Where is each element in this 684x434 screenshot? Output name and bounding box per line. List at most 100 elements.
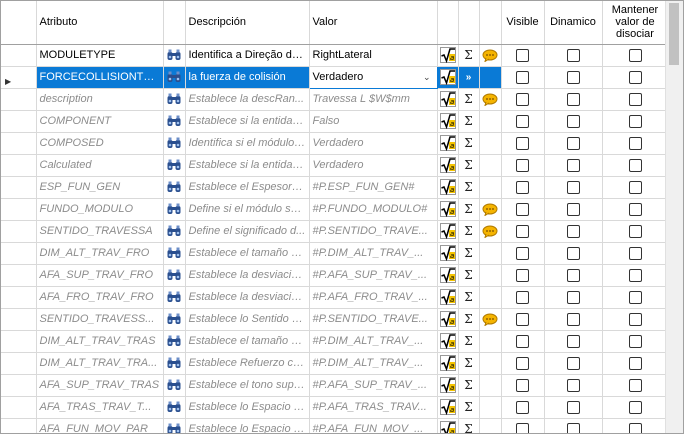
cell-descripcion[interactable]: Establece la desviació...: [185, 286, 310, 309]
cell-atributo[interactable]: COMPOSED: [36, 132, 164, 155]
cell-comment[interactable]: [479, 264, 502, 287]
visible-checkbox[interactable]: [516, 312, 529, 326]
cell-lookup[interactable]: [163, 374, 186, 397]
visible-checkbox[interactable]: [516, 268, 529, 282]
cell-valor[interactable]: #P.AFA_SUP_TRAV_...: [309, 264, 438, 287]
cell-formula[interactable]: a: [437, 330, 459, 353]
visible-checkbox[interactable]: [516, 70, 529, 84]
row-header[interactable]: [1, 44, 37, 67]
cell-sigma[interactable]: Σ: [458, 374, 480, 397]
cell-formula[interactable]: a: [437, 66, 459, 89]
cell-lookup[interactable]: [163, 132, 186, 155]
sigma-icon[interactable]: Σ: [464, 334, 472, 348]
formula-icon[interactable]: a: [439, 179, 456, 195]
comment-bubble-icon[interactable]: [482, 313, 498, 326]
cell-formula[interactable]: a: [437, 176, 459, 199]
dinamico-checkbox[interactable]: [566, 114, 580, 128]
mantener-checkbox[interactable]: [628, 180, 642, 194]
cell-sigma[interactable]: »: [458, 66, 480, 89]
vertical-scrollbar[interactable]: [665, 1, 683, 433]
cell-comment[interactable]: [479, 66, 502, 89]
sigma-icon[interactable]: Σ: [464, 180, 472, 194]
cell-sigma[interactable]: Σ: [458, 198, 480, 221]
dinamico-checkbox[interactable]: [566, 400, 580, 414]
cell-sigma[interactable]: Σ: [458, 154, 480, 177]
cell-descripcion[interactable]: Establece lo Espacio d...: [185, 418, 310, 433]
row-header[interactable]: [1, 308, 37, 331]
cell-lookup[interactable]: [163, 418, 186, 433]
cell-sigma[interactable]: Σ: [458, 110, 480, 133]
visible-checkbox[interactable]: [516, 356, 529, 370]
cell-descripcion[interactable]: la fuerza de colisión: [185, 66, 310, 89]
row-header[interactable]: [1, 242, 37, 265]
row-header[interactable]: [1, 286, 37, 309]
cell-descripcion[interactable]: Establece lo Espacio d...: [185, 396, 310, 419]
cell-comment[interactable]: [479, 330, 502, 353]
cell-descripcion[interactable]: Establece si la entidad...: [185, 110, 310, 133]
cell-atributo[interactable]: AFA_SUP_TRAV_FRO: [36, 264, 164, 287]
row-header[interactable]: [1, 176, 37, 199]
mantener-checkbox[interactable]: [628, 268, 642, 282]
cell-lookup[interactable]: [163, 352, 186, 375]
binoculars-icon[interactable]: [167, 203, 181, 215]
cell-lookup[interactable]: [163, 154, 186, 177]
cell-lookup[interactable]: [163, 176, 186, 199]
cell-comment[interactable]: [479, 352, 502, 375]
cell-valor[interactable]: #P.SENTIDO_TRAVE...: [309, 308, 438, 331]
cell-valor[interactable]: Travessa L $W$mm: [309, 88, 438, 111]
dinamico-checkbox[interactable]: [566, 158, 580, 172]
cell-lookup[interactable]: [163, 330, 186, 353]
header-mantener[interactable]: Mantener valor de disociar: [602, 1, 669, 45]
cell-formula[interactable]: a: [437, 286, 459, 309]
visible-checkbox[interactable]: [516, 180, 529, 194]
row-header[interactable]: [1, 198, 37, 221]
cell-descripcion[interactable]: Establece si la entidad...: [185, 154, 310, 177]
cell-comment[interactable]: [479, 110, 502, 133]
cell-sigma[interactable]: Σ: [458, 44, 480, 67]
visible-checkbox[interactable]: [516, 158, 529, 172]
comment-bubble-icon[interactable]: [482, 203, 498, 216]
cell-lookup[interactable]: [163, 44, 186, 67]
mantener-checkbox[interactable]: [628, 312, 642, 326]
row-header[interactable]: [1, 352, 37, 375]
cell-lookup[interactable]: [163, 396, 186, 419]
cell-comment[interactable]: [479, 132, 502, 155]
dinamico-checkbox[interactable]: [566, 290, 580, 304]
cell-comment[interactable]: [479, 176, 502, 199]
cell-valor[interactable]: #P.FUNDO_MODULO#: [309, 198, 438, 221]
visible-checkbox[interactable]: [516, 422, 529, 433]
dinamico-checkbox[interactable]: [566, 48, 580, 62]
binoculars-icon[interactable]: [167, 225, 181, 237]
row-header[interactable]: [1, 220, 37, 243]
row-header[interactable]: [1, 110, 37, 133]
cell-sigma[interactable]: Σ: [458, 352, 480, 375]
formula-icon[interactable]: a: [439, 289, 456, 305]
sigma-icon[interactable]: Σ: [464, 224, 472, 238]
mantener-checkbox[interactable]: [628, 422, 642, 433]
table-row[interactable]: DIM_ALT_TRAV_TRA... Establece Refuerzo ca…: [1, 352, 669, 375]
visible-checkbox[interactable]: [516, 202, 529, 216]
cell-descripcion[interactable]: Identifica si el módulo t...: [185, 132, 310, 155]
cell-lookup[interactable]: [163, 88, 186, 111]
header-visible[interactable]: Visible: [501, 1, 545, 45]
formula-icon[interactable]: a: [439, 223, 456, 239]
cell-atributo[interactable]: DIM_ALT_TRAV_TRA...: [36, 352, 164, 375]
binoculars-icon[interactable]: [167, 115, 181, 127]
row-header[interactable]: [1, 88, 37, 111]
binoculars-icon[interactable]: [167, 71, 181, 83]
cell-sigma[interactable]: Σ: [458, 308, 480, 331]
sigma-icon[interactable]: Σ: [464, 202, 472, 216]
sigma-icon[interactable]: Σ: [464, 114, 472, 128]
formula-icon[interactable]: a: [439, 377, 456, 393]
cell-valor[interactable]: #P.ESP_FUN_GEN#: [309, 176, 438, 199]
row-header[interactable]: [1, 264, 37, 287]
formula-icon[interactable]: a: [439, 245, 456, 261]
formula-icon[interactable]: a: [439, 311, 456, 327]
mantener-checkbox[interactable]: [628, 70, 642, 84]
cell-atributo[interactable]: Calculated: [36, 154, 164, 177]
cell-formula[interactable]: a: [437, 264, 459, 287]
sigma-icon[interactable]: Σ: [464, 378, 472, 392]
visible-checkbox[interactable]: [516, 290, 529, 304]
formula-icon[interactable]: a: [439, 91, 456, 107]
cell-descripcion[interactable]: Define el significado d...: [185, 220, 310, 243]
